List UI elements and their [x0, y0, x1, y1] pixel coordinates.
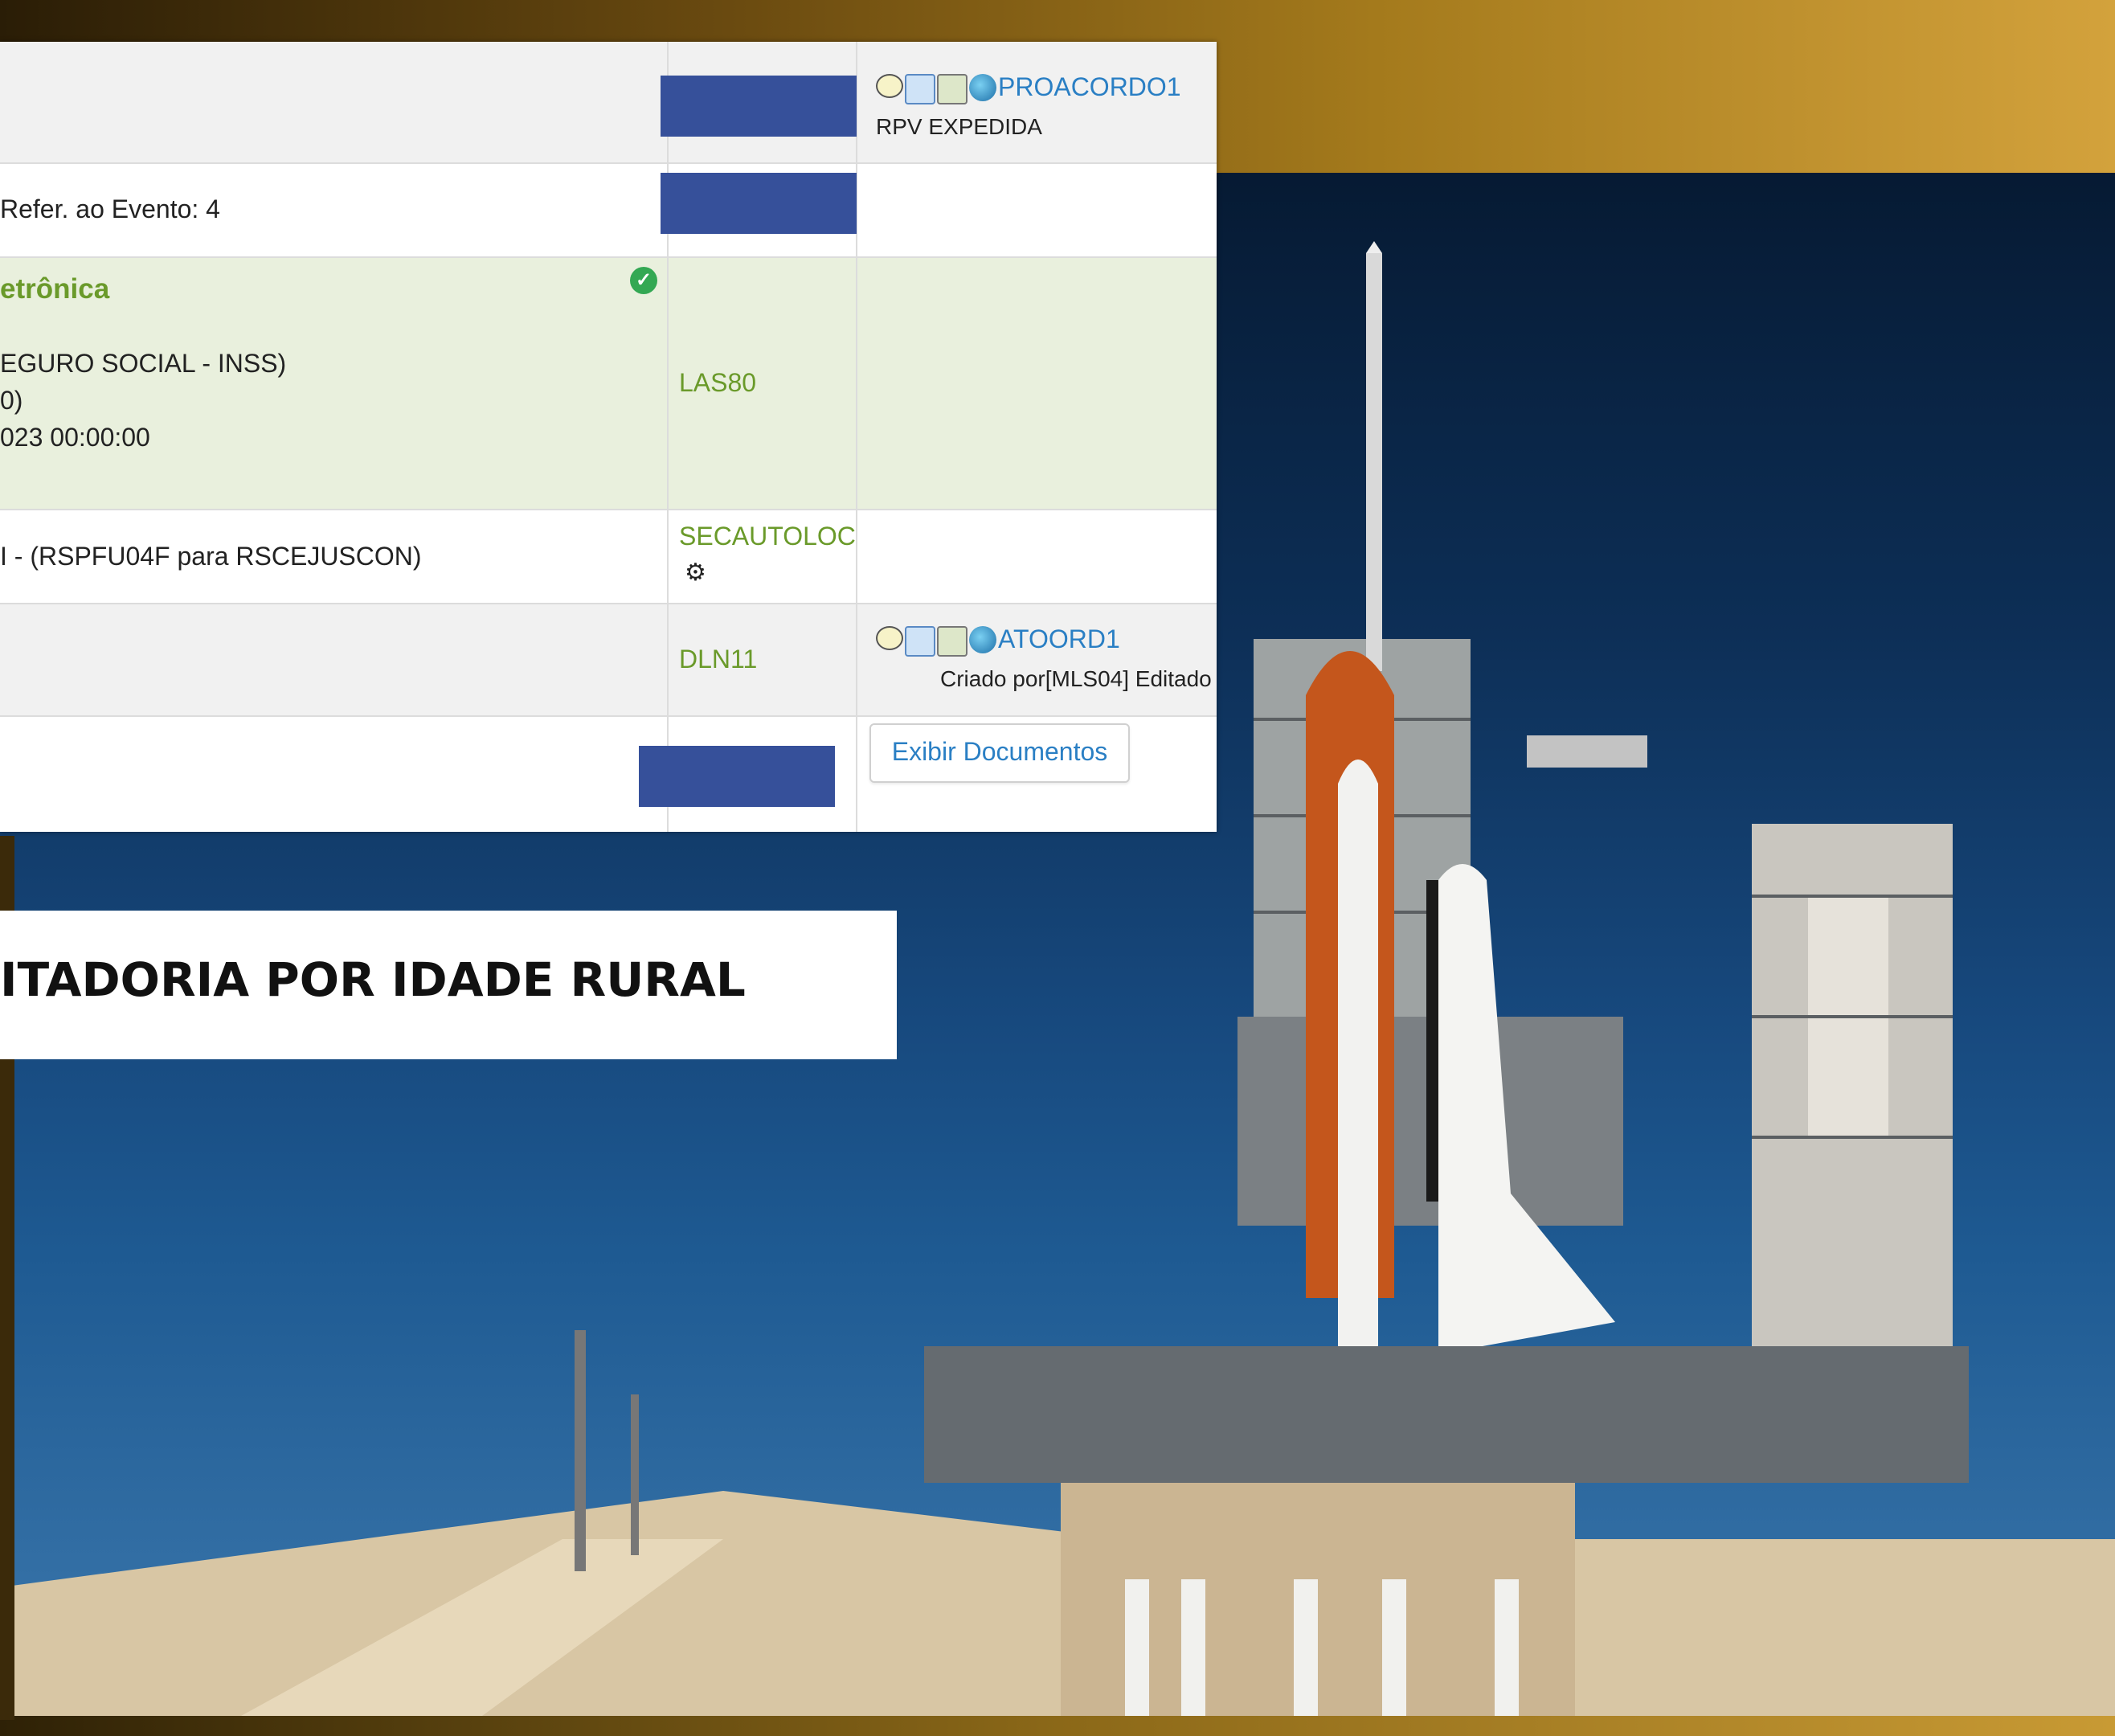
show-documents-button[interactable]: Exibir Documentos [869, 723, 1130, 783]
comment-icon[interactable] [876, 625, 903, 650]
user-dln11: DLN11 [679, 645, 758, 674]
subject-banner: ITADORIA POR IDADE RURAL [0, 911, 897, 1059]
row5-note: Criado por[MLS04] Editado [940, 666, 1212, 691]
event-title: etrônica [0, 273, 110, 305]
check-circle-icon: ✓ [630, 267, 657, 294]
row5-actions: ATOORD1 [876, 624, 1120, 657]
gears-icon: ⚙ [685, 559, 706, 586]
edit-icon[interactable] [905, 73, 935, 104]
proacordo-link[interactable]: PROACORDO1 [998, 72, 1181, 101]
user-secautoloc: SECAUTOLOC [679, 522, 856, 551]
table-row [0, 258, 1217, 510]
row1-status: RPV EXPEDIDA [876, 114, 1042, 139]
globe-icon[interactable] [969, 73, 996, 101]
atoord-link[interactable]: ATOORD1 [998, 624, 1120, 653]
globe-icon[interactable] [969, 625, 996, 653]
transfer-description: I - (RSPFU04F para RSCEJUSCON) [0, 542, 422, 571]
print-icon[interactable] [937, 625, 968, 657]
table-row [0, 604, 1217, 717]
edit-icon[interactable] [905, 625, 935, 657]
row1-actions: PROACORDO1 [876, 72, 1181, 104]
redacted-block [639, 746, 835, 807]
comment-icon[interactable] [876, 73, 903, 98]
bottom-frame-bar [0, 1716, 2115, 1736]
user-las80: LAS80 [679, 368, 757, 397]
event-line-1: EGURO SOCIAL - INSS) [0, 349, 287, 378]
redacted-block [661, 76, 857, 137]
column-divider [856, 42, 857, 832]
process-events-table: PROACORDO1 RPV EXPEDIDA Refer. ao Evento… [0, 42, 1217, 832]
print-icon[interactable] [937, 73, 968, 104]
banner-text: ITADORIA POR IDADE RURAL [0, 952, 746, 1007]
event-reference: Refer. ao Evento: 4 [0, 194, 220, 223]
redacted-block [661, 173, 857, 234]
event-line-3: 023 00:00:00 [0, 423, 150, 452]
column-divider [667, 42, 669, 832]
event-line-2: 0) [0, 386, 23, 415]
